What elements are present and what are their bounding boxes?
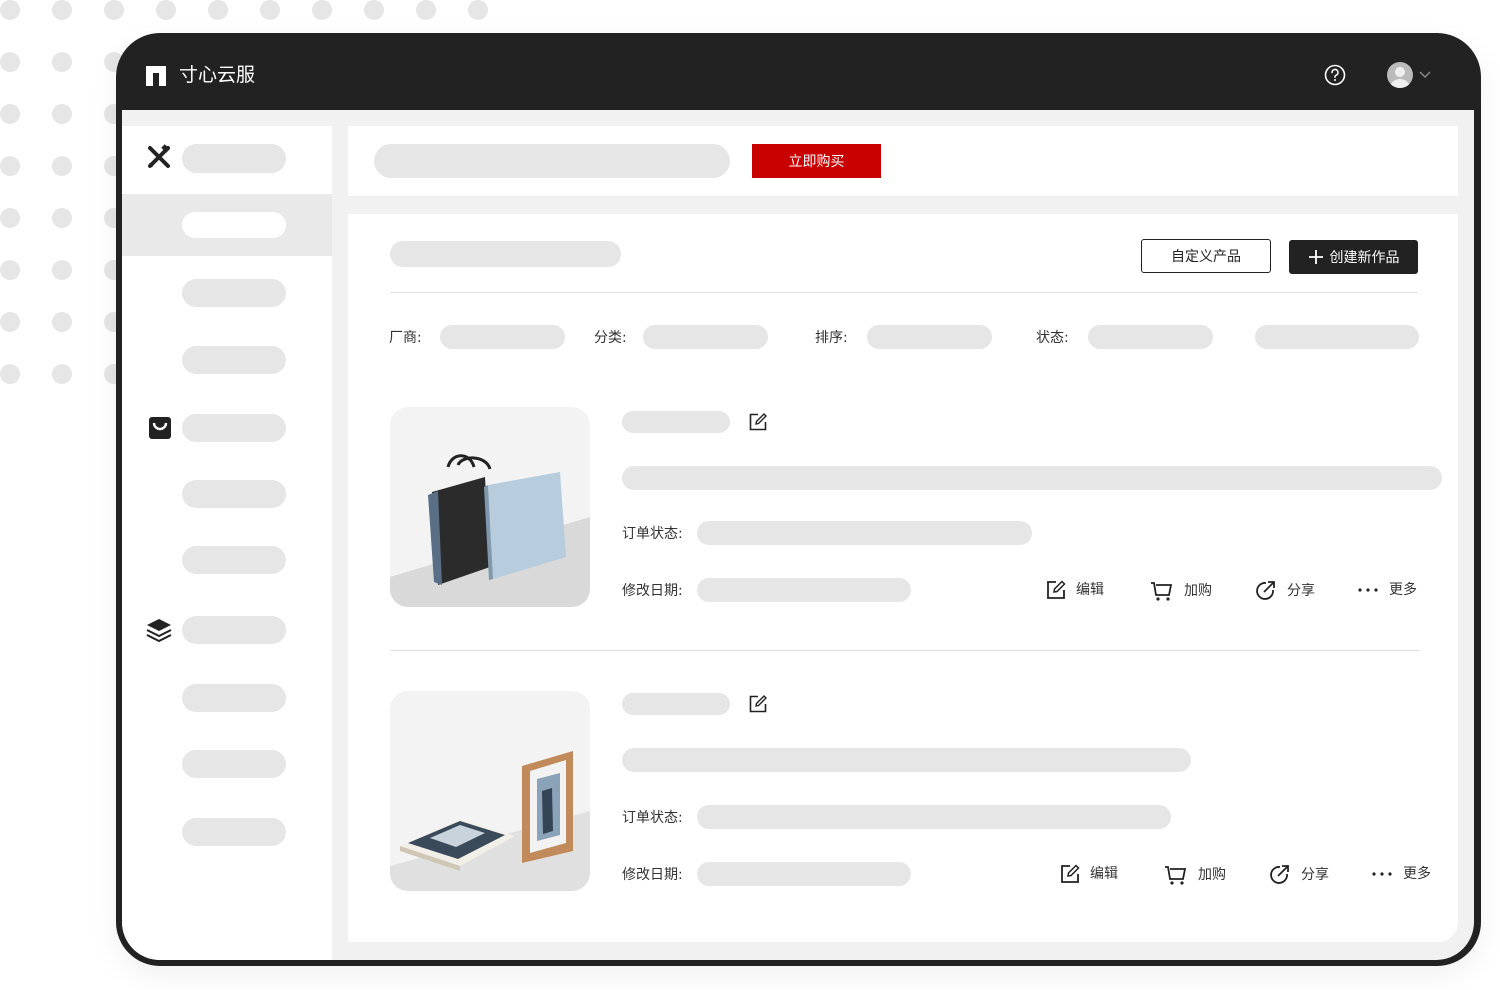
works-panel: 自定义产品 创建新作品 厂商: 分类: 排序: 状态: 订单状态: 修改日期: …	[348, 214, 1458, 942]
more-icon	[1358, 588, 1378, 592]
more-action[interactable]: 更多	[1371, 864, 1431, 884]
vendor-filter-label: 厂商:	[389, 330, 422, 346]
order-status-value	[697, 521, 1032, 545]
cart-icon	[1151, 582, 1173, 601]
chevron-down-icon[interactable]	[1418, 67, 1432, 81]
status-filter-select[interactable]	[1088, 325, 1213, 349]
promo-bar: 立即购买	[348, 126, 1458, 196]
cart-icon	[1165, 866, 1187, 885]
share-action[interactable]: 分享	[1255, 580, 1315, 602]
search-field-placeholder[interactable]	[1255, 325, 1419, 349]
sidebar	[122, 126, 332, 960]
more-label: 更多	[1403, 866, 1431, 882]
modified-date-label: 修改日期:	[622, 867, 683, 883]
more-label: 更多	[1389, 582, 1417, 598]
more-icon	[1372, 872, 1392, 876]
share-action[interactable]: 分享	[1269, 864, 1329, 886]
work-title-placeholder	[622, 693, 730, 715]
sidebar-item[interactable]	[182, 546, 286, 574]
add-to-cart-action[interactable]: 加购	[1150, 580, 1212, 602]
share-label: 分享	[1301, 867, 1329, 883]
custom-product-button[interactable]: 自定义产品	[1141, 239, 1271, 273]
sidebar-item[interactable]	[182, 346, 286, 374]
share-icon	[1256, 581, 1275, 600]
product-thumbnail-photo-frame[interactable]	[390, 691, 590, 891]
sidebar-group-title[interactable]	[182, 616, 286, 644]
order-status-label: 订单状态:	[622, 810, 683, 826]
sidebar-item[interactable]	[182, 279, 286, 307]
avatar-icon	[1390, 67, 1410, 88]
edit-label: 编辑	[1076, 582, 1104, 598]
create-work-button[interactable]: 创建新作品	[1289, 240, 1418, 274]
sidebar-group-title[interactable]	[182, 414, 286, 442]
layers-icon	[146, 619, 172, 643]
album-box-image	[390, 454, 590, 607]
device-frame: 寸心云服 立即购买 自定义产品 创建新作品 厂商: 分类: 排序: 状态: 订单…	[116, 33, 1481, 966]
avatar[interactable]	[1387, 62, 1413, 88]
work-title-placeholder	[622, 411, 730, 433]
buy-now-button[interactable]: 立即购买	[752, 144, 881, 178]
app-title: 寸心云服	[179, 64, 256, 86]
sidebar-item[interactable]	[182, 684, 286, 712]
sort-filter-select[interactable]	[867, 325, 992, 349]
sort-filter-label: 排序:	[815, 330, 848, 346]
share-icon	[1270, 865, 1289, 884]
design-tools-icon	[148, 144, 170, 168]
promo-text-placeholder	[374, 144, 730, 178]
category-filter-select[interactable]	[643, 325, 768, 349]
work-description-placeholder	[622, 748, 1191, 772]
modified-date-value	[697, 862, 911, 886]
work-description-placeholder	[622, 466, 1442, 490]
panel-title-placeholder	[390, 241, 621, 267]
help-icon[interactable]	[1324, 64, 1346, 86]
add-to-cart-action[interactable]: 加购	[1164, 864, 1226, 886]
vendor-filter-select[interactable]	[440, 325, 565, 349]
edit-icon	[1047, 580, 1066, 599]
rename-icon[interactable]	[749, 413, 767, 431]
shopping-bag-icon	[149, 417, 171, 439]
status-filter-label: 状态:	[1036, 330, 1069, 346]
edit-label: 编辑	[1090, 866, 1118, 882]
sidebar-item-label	[182, 212, 286, 238]
sidebar-item[interactable]	[182, 750, 286, 778]
sidebar-item-selected[interactable]	[122, 194, 332, 256]
sidebar-group-title[interactable]	[182, 144, 286, 173]
product-thumbnail-album-box[interactable]	[390, 407, 590, 607]
more-action[interactable]: 更多	[1357, 580, 1417, 600]
divider	[390, 650, 1420, 651]
category-filter-label: 分类:	[594, 330, 627, 346]
order-status-label: 订单状态:	[622, 526, 683, 542]
plus-icon	[1308, 250, 1323, 264]
edit-action[interactable]: 编辑	[1060, 864, 1118, 884]
add-to-cart-label: 加购	[1184, 583, 1212, 599]
share-label: 分享	[1287, 583, 1315, 599]
sidebar-item[interactable]	[182, 480, 286, 508]
add-to-cart-label: 加购	[1198, 867, 1226, 883]
create-work-label: 创建新作品	[1329, 250, 1400, 266]
app-screen: 立即购买 自定义产品 创建新作品 厂商: 分类: 排序: 状态: 订单状态: 修…	[122, 110, 1474, 960]
modified-date-value	[697, 578, 911, 602]
app-logo-icon	[146, 66, 166, 86]
sidebar-item[interactable]	[182, 818, 286, 846]
modified-date-label: 修改日期:	[622, 583, 683, 599]
edit-icon	[1061, 864, 1080, 883]
photo-frame-image	[390, 751, 590, 891]
divider	[390, 292, 1418, 293]
rename-icon[interactable]	[749, 695, 767, 713]
order-status-value	[697, 805, 1171, 829]
edit-action[interactable]: 编辑	[1046, 580, 1104, 600]
